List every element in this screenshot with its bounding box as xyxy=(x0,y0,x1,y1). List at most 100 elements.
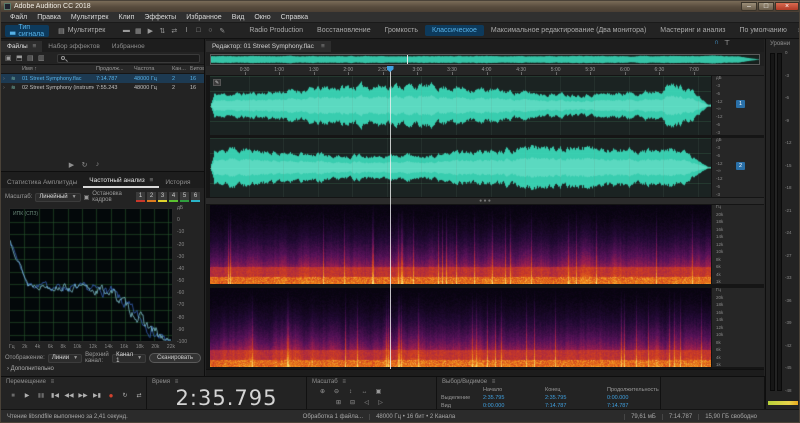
waveform-channel-2[interactable] xyxy=(210,138,711,197)
panel-menu-icon[interactable]: ≡ xyxy=(492,379,496,385)
scan-button[interactable]: Сканировать xyxy=(149,353,201,363)
playhead[interactable] xyxy=(389,66,391,369)
fast-forward-button[interactable]: ▶▶ xyxy=(77,390,89,402)
waveform-view-toggle[interactable]: ▃ Тип сигнала xyxy=(5,24,50,38)
spectral-display[interactable]: Гц 20k 18k 16k 14k 12k 10k 8k 6k 4k 1k Гц 20k 18k 16k… xyxy=(206,204,764,369)
current-time-display[interactable]: 2:35.795 xyxy=(147,386,306,410)
zoom-selection-button[interactable]: ⊞ xyxy=(333,399,344,408)
workspace-overflow-button[interactable]: » xyxy=(794,27,799,34)
hold-button-6[interactable]: 6 xyxy=(191,192,200,202)
column-header[interactable]: Имя ↑ xyxy=(20,66,94,72)
column-header[interactable]: Битов... xyxy=(188,66,204,72)
channel-1-badge[interactable]: 1 xyxy=(736,100,745,108)
pause-button[interactable]: ▮▮ xyxy=(35,390,47,402)
minimize-button[interactable]: – xyxy=(741,2,757,11)
snapping-magnet-icon[interactable]: ∩ xyxy=(714,39,719,47)
menu-item[interactable]: Файл xyxy=(5,14,32,21)
skip-selection-button[interactable]: ⇄ xyxy=(133,390,145,402)
close-button[interactable]: × xyxy=(775,2,799,11)
files-tab[interactable]: Избранное xyxy=(106,41,151,52)
panel-menu-icon[interactable]: ≡ xyxy=(51,379,55,385)
time-selection-icon[interactable]: Ι xyxy=(180,27,192,35)
marker-icon[interactable]: ⊤ xyxy=(724,39,730,47)
panel-menu-icon[interactable]: ≡ xyxy=(175,379,179,385)
menu-item[interactable]: Вид xyxy=(227,14,250,21)
panel-menu-icon[interactable]: ≡ xyxy=(148,177,154,184)
maximize-button[interactable]: □ xyxy=(758,2,774,11)
workspace-tab[interactable]: Мастеринг и анализ xyxy=(653,25,732,36)
lasso-selection-icon[interactable]: ○ xyxy=(204,27,216,35)
workspace-tab[interactable]: Radio Production xyxy=(242,25,310,36)
edit-indicator-icon[interactable]: ✎ xyxy=(213,79,221,86)
column-header[interactable]: Кан... xyxy=(170,66,188,72)
show-waveform-icon[interactable]: ▬ xyxy=(120,27,132,35)
files-tab[interactable]: Файлы ≡ xyxy=(1,41,43,52)
play-button[interactable]: ▶ xyxy=(21,390,33,402)
hold-button-5[interactable]: 5 xyxy=(180,192,189,202)
workspace-tab[interactable]: Максимальное редактирование (Два монитор… xyxy=(484,25,653,36)
waveform-channel-1[interactable] xyxy=(210,76,711,135)
menu-item[interactable]: Правка xyxy=(32,14,66,21)
editor-tab[interactable]: Редактор: 01 Street Symphony.flac ≡ xyxy=(206,41,331,52)
show-spectral-icon[interactable]: ▦ xyxy=(132,27,144,35)
analysis-tab[interactable]: Частотный анализ ≡ xyxy=(83,175,160,188)
zoom-in-time-button[interactable]: ⊕ xyxy=(317,388,328,397)
selection-end-value[interactable]: 2:35.795 xyxy=(545,395,607,401)
slip-icon[interactable]: ⇄ xyxy=(168,27,180,35)
file-row[interactable]: › ≋ 01 Street Symphony.flac 7:14.787 48000 Г… xyxy=(1,74,204,83)
selection-duration-value[interactable]: 0:00.000 xyxy=(607,395,669,401)
timeline-ruler[interactable]: 0:30 1:00 1:30 2:00 2:30 3:00 3:30 4:00 4:30 5:00… xyxy=(206,66,764,76)
expand-icon[interactable]: › xyxy=(1,85,9,91)
hold-button-2[interactable]: 2 xyxy=(147,192,156,202)
workspace-tab[interactable]: Классическое xyxy=(424,25,484,36)
new-file-icon[interactable]: ▤ xyxy=(27,54,38,62)
overview-navigator[interactable] xyxy=(210,54,760,65)
expand-icon[interactable]: › xyxy=(1,76,9,82)
record-button[interactable]: ● xyxy=(105,390,117,402)
multitrack-view-toggle[interactable]: ▤ Мультитрек xyxy=(53,25,110,37)
title-bar[interactable]: Adobe Audition CC 2018 – □ × xyxy=(1,1,799,12)
menu-item[interactable]: Эффекты xyxy=(139,14,181,21)
column-header[interactable]: Продолж... xyxy=(94,66,132,72)
waveform-display[interactable]: дБ -3 -6 -12 -∞ -12 -6 -3 1 дБ -3 -6 -12 -∞ -12 -6 -3 … xyxy=(206,75,764,197)
move-playhead-icon[interactable]: ▶ xyxy=(144,27,156,35)
zoom-out-amplitude-button[interactable]: ↔ xyxy=(359,388,370,397)
menu-item[interactable]: Клип xyxy=(114,14,140,21)
file-row[interactable]: ›≋ 02 Street Symphony (instruments).flac7… xyxy=(1,83,204,92)
frequency-graph[interactable]: ИПК (СПЗ) xyxy=(9,208,173,342)
marquee-selection-icon[interactable]: □ xyxy=(192,27,204,35)
workspace-tab[interactable]: По умолчанию xyxy=(732,25,793,36)
open-file-icon[interactable]: ▣ xyxy=(5,54,16,62)
spectral-channel-2[interactable] xyxy=(210,288,711,367)
zoom-out-time-button[interactable]: ⊖ xyxy=(331,388,342,397)
zoom-sel-left-button[interactable]: ◁ xyxy=(361,399,372,408)
panel-menu-icon[interactable]: ≡ xyxy=(321,43,325,50)
stop-button[interactable]: ■ xyxy=(7,390,19,402)
analysis-tab[interactable]: История xyxy=(159,177,196,188)
skip-back-button[interactable]: ▮◀ xyxy=(49,390,61,402)
editor-scrollbar[interactable] xyxy=(206,369,764,376)
preview-loop-icon[interactable]: ↻ xyxy=(78,161,91,169)
analysis-tab[interactable]: Статистика Амплитуды xyxy=(1,177,83,188)
zoom-full-button[interactable]: ⊟ xyxy=(347,399,358,408)
waveform-spectral-splitter[interactable]: ● ● ● xyxy=(206,197,764,205)
spectral-channel-1[interactable] xyxy=(210,205,711,284)
paintbrush-selection-icon[interactable]: ✎ xyxy=(216,27,228,35)
workspace-tab[interactable]: Громкость xyxy=(378,25,425,36)
zoom-sel-right-button[interactable]: ▷ xyxy=(375,399,386,408)
panel-menu-icon[interactable]: ≡ xyxy=(342,379,346,385)
razor-icon[interactable]: ⇅ xyxy=(156,27,168,35)
advanced-section-toggle[interactable]: › Дополнительно xyxy=(1,366,54,372)
selection-start-value[interactable]: 2:35.795 xyxy=(483,395,545,401)
hold-button-3[interactable]: 3 xyxy=(158,192,167,202)
zoom-in-amplitude-button[interactable]: ↕ xyxy=(345,388,356,397)
column-header[interactable]: Частота xyxy=(132,66,170,72)
hold-button-1[interactable]: 1 xyxy=(136,192,145,202)
files-search-input[interactable] xyxy=(57,53,200,63)
import-file-icon[interactable]: ⬒ xyxy=(16,54,27,62)
channel-dropdown[interactable]: Канал 1 ▼ xyxy=(112,352,147,364)
zoom-reset-button[interactable]: ▣ xyxy=(373,388,384,397)
scale-dropdown[interactable]: Линейный ▼ xyxy=(35,192,81,202)
workspace-tab[interactable]: Восстановление xyxy=(310,25,378,36)
skip-forward-button[interactable]: ▶▮ xyxy=(91,390,103,402)
